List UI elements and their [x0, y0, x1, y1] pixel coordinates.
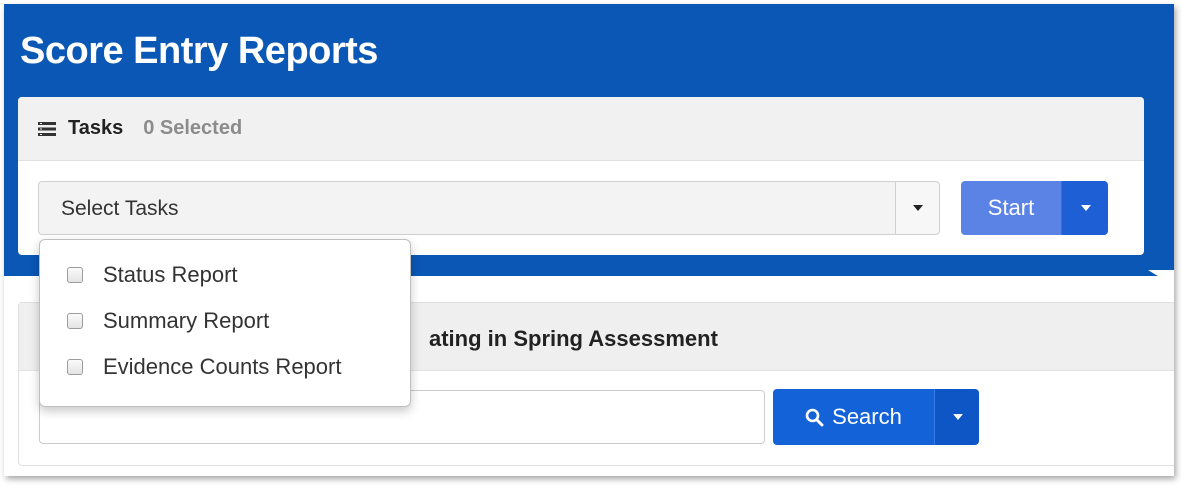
menu-item-status-report[interactable]: Status Report — [40, 252, 410, 298]
start-button-group: Start — [961, 181, 1108, 235]
select-tasks-toggle[interactable] — [895, 182, 939, 234]
start-button[interactable]: Start — [961, 181, 1061, 235]
menu-item-label: Summary Report — [103, 308, 270, 333]
tasks-heading: Tasks 0 Selected — [18, 97, 1144, 161]
caret-down-icon — [953, 414, 963, 420]
list-icon — [38, 121, 56, 136]
page-title: Score Entry Reports — [20, 30, 378, 72]
select-tasks-placeholder: Select Tasks — [61, 197, 179, 220]
caret-down-icon — [913, 205, 923, 211]
tasks-title: Tasks — [68, 117, 124, 139]
menu-item-label: Evidence Counts Report — [103, 354, 342, 379]
checkbox[interactable] — [67, 267, 83, 283]
search-button-group: Search — [773, 389, 979, 445]
search-dropdown-toggle[interactable] — [934, 389, 979, 445]
task-options-menu: Status Report Summary Report Evidence Co… — [39, 239, 411, 407]
panel-notch — [1148, 270, 1174, 278]
app-window: Score Entry Reports Tasks 0 Selected Sel… — [4, 4, 1174, 476]
menu-item-evidence-counts-report[interactable]: Evidence Counts Report — [40, 344, 410, 390]
search-icon — [805, 408, 824, 426]
caret-down-icon — [1081, 205, 1091, 211]
menu-item-summary-report[interactable]: Summary Report — [40, 298, 410, 344]
menu-item-label: Status Report — [103, 262, 238, 287]
checkbox[interactable] — [67, 359, 83, 375]
start-dropdown-toggle[interactable] — [1061, 181, 1108, 235]
select-tasks-dropdown[interactable]: Select Tasks — [38, 181, 940, 235]
search-button-label: Search — [832, 404, 902, 429]
tasks-selected-count: 0 Selected — [143, 117, 243, 139]
checkbox[interactable] — [67, 313, 83, 329]
search-button[interactable]: Search — [773, 389, 934, 445]
search-panel-title: ating in Spring Assessment — [429, 326, 718, 351]
tasks-panel: Tasks 0 Selected Select Tasks Start — [18, 97, 1144, 255]
